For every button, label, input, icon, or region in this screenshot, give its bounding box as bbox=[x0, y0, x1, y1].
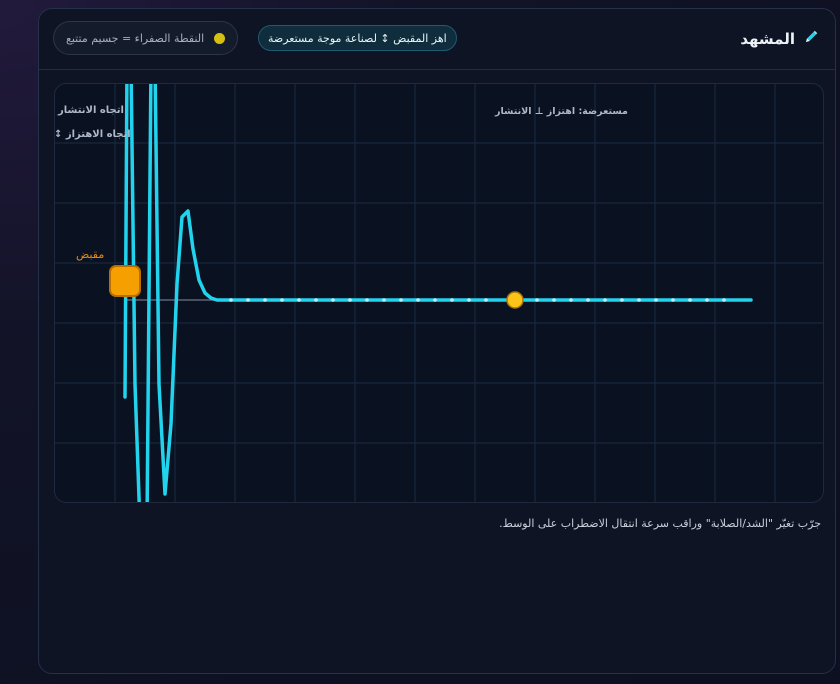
yellow-dot-icon bbox=[214, 32, 226, 44]
tracer-legend-text: النقطة الصفراء = جسيم متتبع bbox=[66, 31, 205, 45]
tracer-particle bbox=[506, 291, 524, 309]
wave-string bbox=[123, 84, 753, 502]
handle-label: مقبض bbox=[76, 248, 105, 261]
panel-header: المشهد اهز المقبض ↕ لصناعة موجة مستعرضة … bbox=[39, 9, 835, 70]
oscillation-label: اتجاه الاهتزاز ↕ bbox=[54, 129, 131, 140]
panel-title-text: المشهد bbox=[740, 30, 795, 48]
wave-canvas[interactable]: اتجاه الانتشار اتجاه الاهتزاز ↕ مستعرضة:… bbox=[54, 83, 824, 503]
scene-panel: المشهد اهز المقبض ↕ لصناعة موجة مستعرضة … bbox=[38, 8, 836, 674]
tip-text: جرّب تغيّر "الشد/الصلابة" وراقب سرعة انت… bbox=[499, 517, 821, 530]
tracer-legend: النقطة الصفراء = جسيم متتبع bbox=[53, 21, 239, 55]
propagation-label: اتجاه الانتشار bbox=[58, 105, 124, 116]
transverse-mode-label: مستعرضة: اهتزاز ⊥ الانتشار bbox=[495, 106, 628, 117]
shake-handle[interactable] bbox=[109, 265, 141, 297]
pencil-icon bbox=[803, 29, 819, 49]
wave-svg bbox=[55, 84, 823, 502]
shake-hint-badge: اهز المقبض ↕ لصناعة موجة مستعرضة bbox=[258, 25, 457, 51]
panel-title: المشهد bbox=[740, 29, 819, 49]
